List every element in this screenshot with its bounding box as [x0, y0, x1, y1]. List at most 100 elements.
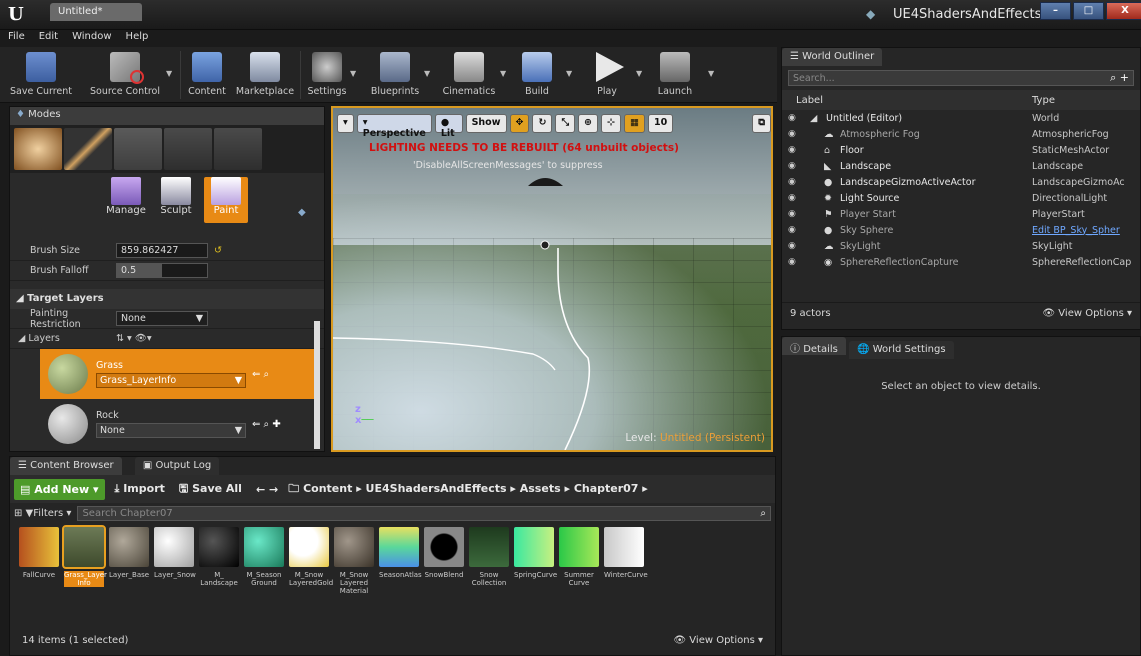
source-control-dropdown-icon[interactable]: ▼ [166, 69, 172, 78]
play-dropdown-icon[interactable]: ▼ [636, 69, 642, 78]
save-current-button[interactable]: Save Current [4, 47, 78, 103]
scale-icon[interactable]: ⤡ [555, 114, 576, 133]
paint-tool[interactable]: Paint [204, 177, 248, 223]
type-column[interactable]: Type [1032, 95, 1055, 106]
asset-tile[interactable]: M_Season Ground [244, 527, 284, 595]
layer-info-select[interactable]: Grass_LayerInfo ▼ [96, 373, 246, 388]
visibility-eye-icon[interactable]: ◉ [788, 241, 810, 251]
filters-button[interactable]: ⊞ ▼Filters ▾ [14, 508, 71, 519]
modes-tab[interactable]: ♦ Modes [10, 107, 324, 125]
save-all-button[interactable]: 🖫 Save All [175, 480, 246, 499]
landscape-mode-icon[interactable] [114, 128, 162, 170]
content-view-options-button[interactable]: 👁 View Options ▾ [673, 635, 763, 646]
reset-icon[interactable]: ↺ [214, 245, 222, 256]
brush-size-field[interactable]: 859.862427 [116, 243, 208, 258]
asset-tile[interactable]: Layer_Snow [154, 527, 196, 595]
outliner-row[interactable]: ◉ ● LandscapeGizmoActiveActor LandscapeG… [782, 174, 1140, 190]
visibility-eye-icon[interactable]: ◉ [788, 257, 810, 267]
asset-tile[interactable]: SeasonAtlas [379, 527, 422, 595]
outliner-row[interactable]: ◉ ✹ Light Source DirectionalLight [782, 190, 1140, 206]
outliner-row[interactable]: ◉ ◉ SphereReflectionCapture SphereReflec… [782, 254, 1140, 270]
blueprints-dropdown-icon[interactable]: ▼ [424, 69, 430, 78]
output-log-tab[interactable]: ▣ Output Log [134, 457, 220, 475]
outliner-search-input[interactable]: Search... ⌕ + [788, 70, 1134, 86]
blueprints-button[interactable]: Blueprints [366, 47, 424, 103]
outliner-row[interactable]: ◉ ☁ SkyLight SkyLight [782, 238, 1140, 254]
visibility-eye-icon[interactable]: ◉ [788, 145, 810, 155]
asset-tile[interactable]: Summer Curve [559, 527, 599, 595]
outliner-row[interactable]: ◉ ◣ Landscape Landscape [782, 158, 1140, 174]
asset-tile[interactable]: Layer_Base [109, 527, 149, 595]
visibility-eye-icon[interactable]: ◉ [788, 129, 810, 139]
viewport-options-button[interactable]: ▾ [337, 114, 354, 133]
grid-snap-icon[interactable]: ▦ [623, 114, 645, 133]
marketplace-button[interactable]: Marketplace [234, 47, 296, 103]
minimize-button[interactable]: – [1040, 2, 1071, 20]
asset-tile[interactable]: SpringCurve [514, 527, 557, 595]
target-layers-header[interactable]: ◢ Target Layers [10, 289, 324, 309]
content-button[interactable]: Content [184, 47, 230, 103]
search-icon[interactable]: ⌕ [760, 508, 766, 519]
maximize-button[interactable]: □ [1073, 2, 1104, 20]
outliner-row[interactable]: ◉ ◢ Untitled (Editor) World [782, 110, 1140, 126]
show-button[interactable]: Show [465, 114, 507, 133]
build-button[interactable]: Build [512, 47, 562, 103]
asset-tile[interactable]: WinterCurve [604, 527, 648, 595]
details-tab[interactable]: ⓘ Details [782, 337, 846, 355]
launch-button[interactable]: Launch [650, 47, 700, 103]
settings-dropdown-icon[interactable]: ▼ [350, 69, 356, 78]
manage-tool[interactable]: Manage [104, 177, 148, 223]
menu-file[interactable]: File [8, 31, 25, 47]
add-new-button[interactable]: ▤ Add New ▾ [14, 478, 105, 500]
outliner-row[interactable]: ◉ ⚑ Player Start PlayerStart [782, 206, 1140, 222]
visibility-eye-icon[interactable]: ◉ [788, 113, 810, 123]
settings-button[interactable]: Settings [304, 47, 350, 103]
add-layer-icon[interactable]: ⇐ ⌕ ✚ [252, 419, 281, 430]
label-column[interactable]: Label [788, 95, 1032, 106]
world-local-icon[interactable]: ⊕ [578, 114, 599, 133]
world-settings-tab[interactable]: 🌐 World Settings [849, 341, 954, 359]
cinematics-button[interactable]: Cinematics [438, 47, 500, 103]
asset-tile[interactable]: SnowBlend [424, 527, 464, 595]
visibility-eye-icon[interactable]: ◉ [788, 193, 810, 203]
visibility-eye-icon[interactable]: ◉ [788, 177, 810, 187]
sculpt-tool[interactable]: Sculpt [154, 177, 198, 223]
build-dropdown-icon[interactable]: ▼ [566, 69, 572, 78]
document-tab[interactable]: Untitled* [50, 3, 142, 21]
visibility-eye-icon[interactable]: ◉ [788, 161, 810, 171]
foliage-mode-icon[interactable] [164, 128, 212, 170]
outliner-row[interactable]: ◉ ● Sky Sphere Edit BP_Sky_Spher [782, 222, 1140, 238]
menu-help[interactable]: Help [126, 31, 149, 47]
world-outliner-tab[interactable]: ☰ World Outliner [782, 48, 883, 66]
surface-snap-icon[interactable]: ⊹ [601, 114, 621, 133]
lit-button[interactable]: ● Lit [434, 114, 463, 139]
outliner-row[interactable]: ◉ ☁ Atmospheric Fog AtmosphericFog [782, 126, 1140, 142]
asset-tile[interactable]: Grass_Layer Info [62, 525, 107, 595]
grid-size-value[interactable]: 10 [647, 114, 674, 133]
perspective-button[interactable]: ▾ Perspective [356, 114, 432, 139]
search-icon[interactable]: ⌕ + [1110, 71, 1129, 85]
use-selected-arrow-icon[interactable]: ⇐ ⌕ [252, 369, 269, 380]
content-browser-tab[interactable]: ☰ Content Browser [10, 457, 122, 475]
asset-tile[interactable]: M_Snow LayeredGold [289, 527, 333, 595]
layer-rock[interactable]: Rock None ▼ ⇐ ⌕ ✚ [40, 399, 314, 449]
layer-grass[interactable]: Grass Grass_LayerInfo ▼ ⇐ ⌕ [40, 349, 314, 399]
launch-dropdown-icon[interactable]: ▼ [708, 69, 714, 78]
landscape-settings-icon[interactable]: ◆ [298, 207, 306, 223]
asset-tile[interactable]: FallCurve [19, 527, 59, 595]
modes-scrollbar[interactable] [314, 321, 320, 449]
history-arrows-icon[interactable]: ← → [252, 483, 282, 496]
close-button[interactable]: X [1106, 2, 1141, 20]
asset-search-input[interactable]: Search Chapter07 ⌕ [77, 505, 771, 521]
rotate-icon[interactable]: ↻ [532, 114, 553, 133]
paint-mode-icon[interactable] [64, 128, 112, 170]
brush-falloff-slider[interactable]: 0.5 [116, 263, 208, 278]
visibility-eye-icon[interactable]: ◉ [788, 209, 810, 219]
level-viewport[interactable]: ▾ ▾ Perspective ● Lit Show ✥ ↻ ⤡ ⊕ ⊹ ▦ 1… [331, 106, 773, 452]
geometry-mode-icon[interactable] [214, 128, 262, 170]
layer-info-select[interactable]: None ▼ [96, 423, 246, 438]
asset-tile[interactable]: M_ Landscape [199, 527, 239, 595]
menu-edit[interactable]: Edit [39, 31, 58, 47]
source-control-button[interactable]: Source Control [86, 47, 164, 103]
play-button[interactable]: Play [582, 47, 632, 103]
